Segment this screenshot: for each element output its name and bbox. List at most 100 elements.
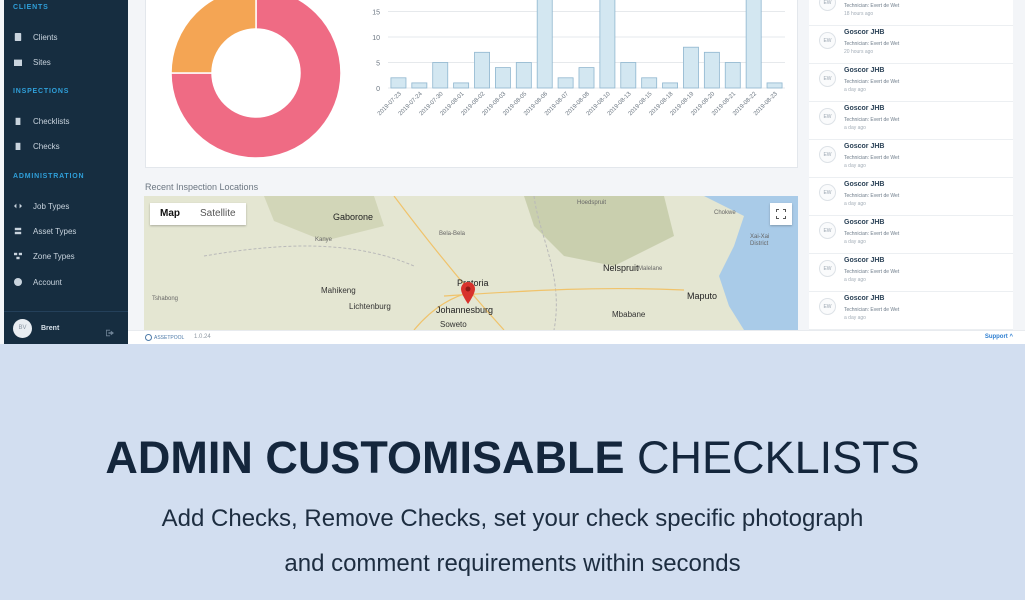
sidebar-item-checklists[interactable]: Checklists	[13, 114, 69, 128]
bar[interactable]	[683, 46, 699, 89]
sidebar-item-label: Clients	[33, 32, 58, 42]
bar-chart: 0510152019-07-232019-07-242019-07-302019…	[372, 0, 785, 117]
map-pin-icon[interactable]	[461, 282, 475, 304]
map-label: Hoedspruit	[577, 200, 607, 206]
map-label: Mbabane	[612, 310, 646, 319]
map-label: Nelspruit	[603, 263, 639, 273]
sidebar-item-checks[interactable]: Checks	[13, 139, 60, 153]
feed-item[interactable]: EW Goscor JHB Technician: Evert de Wet a da…	[809, 140, 1013, 178]
support-button[interactable]: Support ^	[985, 334, 1013, 340]
sidebar-item-label: Sites	[33, 57, 51, 67]
logout-icon[interactable]	[106, 324, 114, 337]
feed-technician: Technician: Evert de Wet	[844, 231, 900, 237]
bar[interactable]	[724, 62, 741, 89]
feed-item[interactable]: EW Goscor JHB Technician: Evert de Wet a da…	[809, 178, 1013, 216]
activity-feed: EW Goscor JHB Technician: Evert de Wet 18 h…	[809, 0, 1013, 330]
footer-logo-text: ASSETPOOL	[154, 334, 185, 341]
feed-item[interactable]: EW Goscor JHB Technician: Evert de Wet a da…	[809, 102, 1013, 140]
map-label: Kanye	[315, 237, 333, 243]
feed-avatar: EW	[819, 70, 836, 87]
feed-technician: Technician: Evert de Wet	[844, 155, 900, 161]
map-label: Chokwe	[714, 210, 736, 216]
feed-avatar: EW	[819, 108, 836, 125]
sidebar-section-administration: ADMINISTRATION	[13, 173, 85, 180]
bar[interactable]	[620, 62, 637, 89]
footer-logo: ASSETPOOL	[145, 334, 184, 341]
feed-avatar: EW	[819, 0, 836, 11]
feed-avatar: EW	[819, 146, 836, 163]
bar[interactable]	[515, 62, 532, 89]
feed-technician: Technician: Evert de Wet	[844, 117, 900, 123]
sidebar-section-inspections: INSPECTIONS	[13, 88, 70, 95]
sidebar-item-job-types[interactable]: Job Types	[13, 199, 69, 213]
sidebar-item-label: Checklists	[33, 116, 70, 126]
feed-time: a day ago	[844, 315, 866, 321]
fullscreen-icon[interactable]	[770, 203, 792, 225]
map-label: Malelane	[638, 266, 663, 272]
map-label: Maputo	[687, 291, 718, 301]
sidebar-item-label: Job Types	[33, 201, 70, 211]
inspection-map[interactable]: Map Satellite Gaborone Bela-Bela Hoedspr…	[144, 196, 798, 330]
sidebar-item-clients[interactable]: Clients	[13, 30, 57, 44]
bar[interactable]	[599, 0, 616, 89]
feed-title: Goscor JHB	[844, 105, 885, 112]
sidebar-item-zone-types[interactable]: Zone Types	[13, 249, 75, 263]
feed-title: Goscor JHB	[844, 257, 885, 264]
map-tab-map[interactable]: Map	[150, 203, 190, 225]
feed-item[interactable]: EW Goscor JHB Technician: Evert de Wet a da…	[809, 216, 1013, 254]
bar[interactable]	[432, 62, 449, 89]
feed-time: a day ago	[844, 201, 866, 207]
bar[interactable]	[536, 0, 553, 89]
sidebar: CLIENTS Clients Sites INSPECTIONS Checkl…	[4, 0, 128, 344]
user-name: Brent	[41, 324, 60, 332]
bar[interactable]	[453, 82, 470, 89]
feed-item[interactable]: EW Goscor JHB Technician: Evert de Wet a da…	[809, 64, 1013, 102]
bar[interactable]	[662, 82, 679, 89]
subline-2: and comment requirements within seconds	[284, 550, 741, 577]
donut-slice[interactable]	[171, 0, 257, 74]
sidebar-section-clients: CLIENTS	[13, 4, 49, 11]
feed-time: a day ago	[844, 239, 866, 245]
user-menu[interactable]: BV Brent	[4, 311, 128, 344]
bar[interactable]	[766, 82, 783, 89]
headline-light: CHECKLISTS	[637, 432, 920, 483]
bar[interactable]	[411, 82, 428, 89]
feed-item[interactable]: EWGoscor JHBTechnician: Evert de Wet18 h…	[809, 0, 1013, 26]
feed-item[interactable]: EW Goscor JHB Technician: Evert de Wet a da…	[809, 292, 1013, 330]
bar[interactable]	[390, 77, 407, 89]
avatar: BV	[13, 318, 32, 338]
feed-time: a day ago	[844, 87, 866, 93]
sidebar-item-label: Account	[33, 277, 62, 287]
map-label: Xai-Xai District	[750, 234, 770, 247]
bar[interactable]	[474, 51, 490, 89]
donut-chart	[171, 0, 342, 159]
feed-title: Goscor JHB	[844, 29, 885, 36]
sidebar-item-account[interactable]: Account	[13, 275, 62, 289]
bar[interactable]	[703, 51, 720, 89]
bar[interactable]	[745, 0, 762, 89]
map-label: Bela-Bela	[439, 231, 466, 237]
feed-avatar: EW	[819, 184, 836, 201]
bar[interactable]	[641, 77, 658, 89]
sidebar-item-label: Checks	[33, 141, 60, 151]
sidebar-item-sites[interactable]: Sites	[13, 55, 51, 69]
chevron-up-icon: ^	[1009, 334, 1013, 340]
sitemap-icon	[13, 251, 23, 261]
bar[interactable]	[557, 77, 574, 89]
feed-item[interactable]: EW Goscor JHB Technician: Evert de Wet a da…	[809, 254, 1013, 292]
feed-technician: Technician: Evert de Wet	[844, 3, 900, 9]
map-type-toggle: Map Satellite	[150, 203, 246, 225]
bar[interactable]	[578, 67, 595, 89]
app-screenshot: CLIENTS Clients Sites INSPECTIONS Checkl…	[0, 0, 1025, 344]
feed-title: Goscor JHB	[844, 181, 885, 188]
sidebar-item-asset-types[interactable]: Asset Types	[13, 224, 76, 238]
feed-technician: Technician: Evert de Wet	[844, 307, 900, 313]
feed-item[interactable]: EW Goscor JHB Technician: Evert de Wet 20 h…	[809, 26, 1013, 64]
bar[interactable]	[494, 67, 511, 89]
support-label: Support	[984, 334, 1008, 340]
feed-time: a day ago	[844, 163, 866, 169]
arrows-icon	[13, 201, 23, 211]
map-tab-satellite[interactable]: Satellite	[190, 203, 246, 225]
feed-title: Goscor JHB	[844, 219, 885, 226]
clipboard-icon	[13, 116, 23, 126]
